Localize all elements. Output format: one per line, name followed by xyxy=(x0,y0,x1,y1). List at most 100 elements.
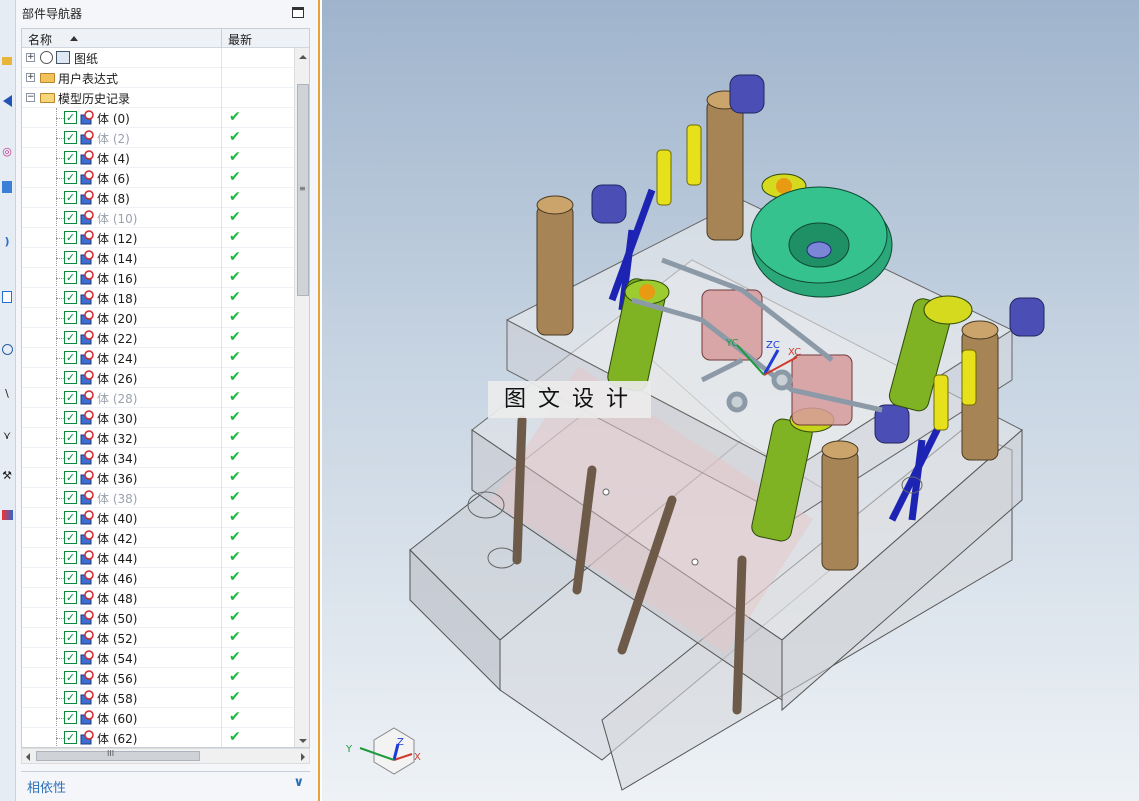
column-header-name[interactable]: 名称 xyxy=(28,31,52,48)
palette-icon[interactable] xyxy=(0,506,14,524)
tree-node-body[interactable]: ✓ 体 (62) ✔ xyxy=(22,728,294,747)
tree-node-body[interactable]: ✓ 体 (42) ✔ xyxy=(22,528,294,548)
tree-node-body[interactable]: ✓ 体 (46) ✔ xyxy=(22,568,294,588)
visibility-checkbox[interactable]: ✓ xyxy=(64,591,77,604)
visibility-checkbox[interactable]: ✓ xyxy=(64,631,77,644)
tree-node-body[interactable]: ✓ 体 (56) ✔ xyxy=(22,668,294,688)
tree-node-model-history[interactable]: − 模型历史记录 xyxy=(22,88,294,108)
web-browser-icon[interactable]: ) xyxy=(0,232,14,250)
visibility-checkbox[interactable]: ✓ xyxy=(64,691,77,704)
scroll-thumb[interactable]: III xyxy=(36,749,200,761)
part-navigator-icon[interactable]: ◎ xyxy=(0,142,14,160)
graphics-viewport[interactable]: ZC XC YC X Z Y 图文设计 xyxy=(322,0,1139,801)
visibility-checkbox[interactable]: ✓ xyxy=(64,211,77,224)
visibility-checkbox[interactable]: ✓ xyxy=(64,551,77,564)
vertical-scrollbar[interactable]: ≡ xyxy=(294,48,309,747)
visibility-checkbox[interactable]: ✓ xyxy=(64,351,77,364)
tree-node-body[interactable]: ✓ 体 (8) ✔ xyxy=(22,188,294,208)
maximize-button[interactable] xyxy=(292,7,304,18)
collapse-icon[interactable]: − xyxy=(26,93,35,102)
visibility-checkbox[interactable]: ✓ xyxy=(64,711,77,724)
tree-node-body[interactable]: ✓ 体 (28) ✔ xyxy=(22,388,294,408)
reuse-library-icon[interactable] xyxy=(0,178,14,196)
tree-node-body[interactable]: ✓ 体 (60) ✔ xyxy=(22,708,294,728)
visibility-checkbox[interactable]: ✓ xyxy=(64,531,77,544)
process-icon[interactable]: ⋎ xyxy=(0,426,14,444)
visibility-checkbox[interactable]: ✓ xyxy=(64,671,77,684)
visibility-checkbox[interactable]: ✓ xyxy=(64,571,77,584)
tree-node-body[interactable]: ✓ 体 (10) ✔ xyxy=(22,208,294,228)
clock-icon[interactable] xyxy=(0,340,14,358)
tree-node-body[interactable]: ✓ 体 (38) ✔ xyxy=(22,488,294,508)
tree-node-body[interactable]: ✓ 体 (0) ✔ xyxy=(22,108,294,128)
visibility-checkbox[interactable]: ✓ xyxy=(64,111,77,124)
visibility-checkbox[interactable]: ✓ xyxy=(64,331,77,344)
horizontal-scrollbar[interactable]: III xyxy=(21,748,310,764)
visibility-checkbox[interactable]: ✓ xyxy=(64,451,77,464)
tree-node-body[interactable]: ✓ 体 (40) ✔ xyxy=(22,508,294,528)
visibility-checkbox[interactable]: ✓ xyxy=(64,251,77,264)
tree-node-body[interactable]: ✓ 体 (32) ✔ xyxy=(22,428,294,448)
tree-node-body[interactable]: ✓ 体 (30) ✔ xyxy=(22,408,294,428)
assembly-navigator-icon[interactable] xyxy=(0,52,14,70)
visibility-checkbox[interactable]: ✓ xyxy=(64,411,77,424)
tree-node-body[interactable]: ✓ 体 (24) ✔ xyxy=(22,348,294,368)
scroll-up-icon[interactable] xyxy=(299,55,307,59)
visibility-checkbox[interactable]: ✓ xyxy=(64,611,77,624)
tree-node-body[interactable]: ✓ 体 (18) ✔ xyxy=(22,288,294,308)
visibility-checkbox[interactable]: ✓ xyxy=(64,271,77,284)
visibility-checkbox[interactable]: ✓ xyxy=(64,311,77,324)
tree-node-body[interactable]: ✓ 体 (58) ✔ xyxy=(22,688,294,708)
tree-node-body[interactable]: ✓ 体 (14) ✔ xyxy=(22,248,294,268)
tree-node-body[interactable]: ✓ 体 (52) ✔ xyxy=(22,628,294,648)
column-header-latest[interactable]: 最新 xyxy=(228,31,252,48)
chevron-down-icon[interactable]: ∨ xyxy=(293,775,304,790)
scroll-left-icon[interactable] xyxy=(26,753,30,761)
scroll-down-icon[interactable] xyxy=(299,739,307,743)
constraint-navigator-icon[interactable] xyxy=(0,92,14,110)
visibility-checkbox[interactable]: ✓ xyxy=(64,171,77,184)
tree-node-body[interactable]: ✓ 体 (34) ✔ xyxy=(22,448,294,468)
up-to-date-check-icon: ✔ xyxy=(229,409,241,425)
tree-node-body[interactable]: ✓ 体 (4) ✔ xyxy=(22,148,294,168)
tree-node-body[interactable]: ✓ 体 (48) ✔ xyxy=(22,588,294,608)
mold-assembly-model[interactable]: ZC XC YC X Z Y xyxy=(322,0,1139,801)
tree-node-body[interactable]: ✓ 体 (50) ✔ xyxy=(22,608,294,628)
visibility-checkbox[interactable]: ✓ xyxy=(64,731,77,744)
expand-icon[interactable]: + xyxy=(26,73,35,82)
tree-node-body[interactable]: ✓ 体 (12) ✔ xyxy=(22,228,294,248)
visibility-checkbox[interactable]: ✓ xyxy=(64,491,77,504)
visibility-checkbox[interactable]: ✓ xyxy=(64,651,77,664)
tree-node-body[interactable]: ✓ 体 (26) ✔ xyxy=(22,368,294,388)
dependencies-panel[interactable]: 相依性 ∨ xyxy=(21,771,310,797)
sketch-icon[interactable]: \ xyxy=(0,384,14,402)
tree-node-body[interactable]: ✓ 体 (44) ✔ xyxy=(22,548,294,568)
up-to-date-check-icon: ✔ xyxy=(229,329,241,345)
tree-node-user-expressions[interactable]: + 用户表达式 xyxy=(22,68,294,88)
visibility-checkbox[interactable]: ✓ xyxy=(64,471,77,484)
visibility-checkbox[interactable]: ✓ xyxy=(64,291,77,304)
tree-node-body[interactable]: ✓ 体 (20) ✔ xyxy=(22,308,294,328)
tree-node-body[interactable]: ✓ 体 (54) ✔ xyxy=(22,648,294,668)
tree-node-body[interactable]: ✓ 体 (2) ✔ xyxy=(22,128,294,148)
history-icon[interactable] xyxy=(0,288,14,306)
visibility-checkbox[interactable]: ✓ xyxy=(64,231,77,244)
visibility-checkbox[interactable]: ✓ xyxy=(64,371,77,384)
tree-node-body[interactable]: ✓ 体 (16) ✔ xyxy=(22,268,294,288)
tools-icon[interactable]: ⚒ xyxy=(0,466,14,484)
visibility-checkbox[interactable]: ✓ xyxy=(64,511,77,524)
tree-node-body[interactable]: ✓ 体 (22) ✔ xyxy=(22,328,294,348)
visibility-checkbox[interactable]: ✓ xyxy=(64,431,77,444)
solid-body-icon xyxy=(79,330,95,346)
tree-node-body[interactable]: ✓ 体 (36) ✔ xyxy=(22,468,294,488)
scroll-right-icon[interactable] xyxy=(301,753,305,761)
visibility-checkbox[interactable]: ✓ xyxy=(64,191,77,204)
visibility-checkbox[interactable]: ✓ xyxy=(64,151,77,164)
column-divider[interactable] xyxy=(221,29,222,48)
tree-node-body[interactable]: ✓ 体 (6) ✔ xyxy=(22,168,294,188)
expand-icon[interactable]: + xyxy=(26,53,35,62)
visibility-checkbox[interactable]: ✓ xyxy=(64,131,77,144)
visibility-checkbox[interactable]: ✓ xyxy=(64,391,77,404)
tree-node-label: 图纸 xyxy=(74,52,99,66)
tree-node-drawing[interactable]: + 图纸 xyxy=(22,48,294,68)
